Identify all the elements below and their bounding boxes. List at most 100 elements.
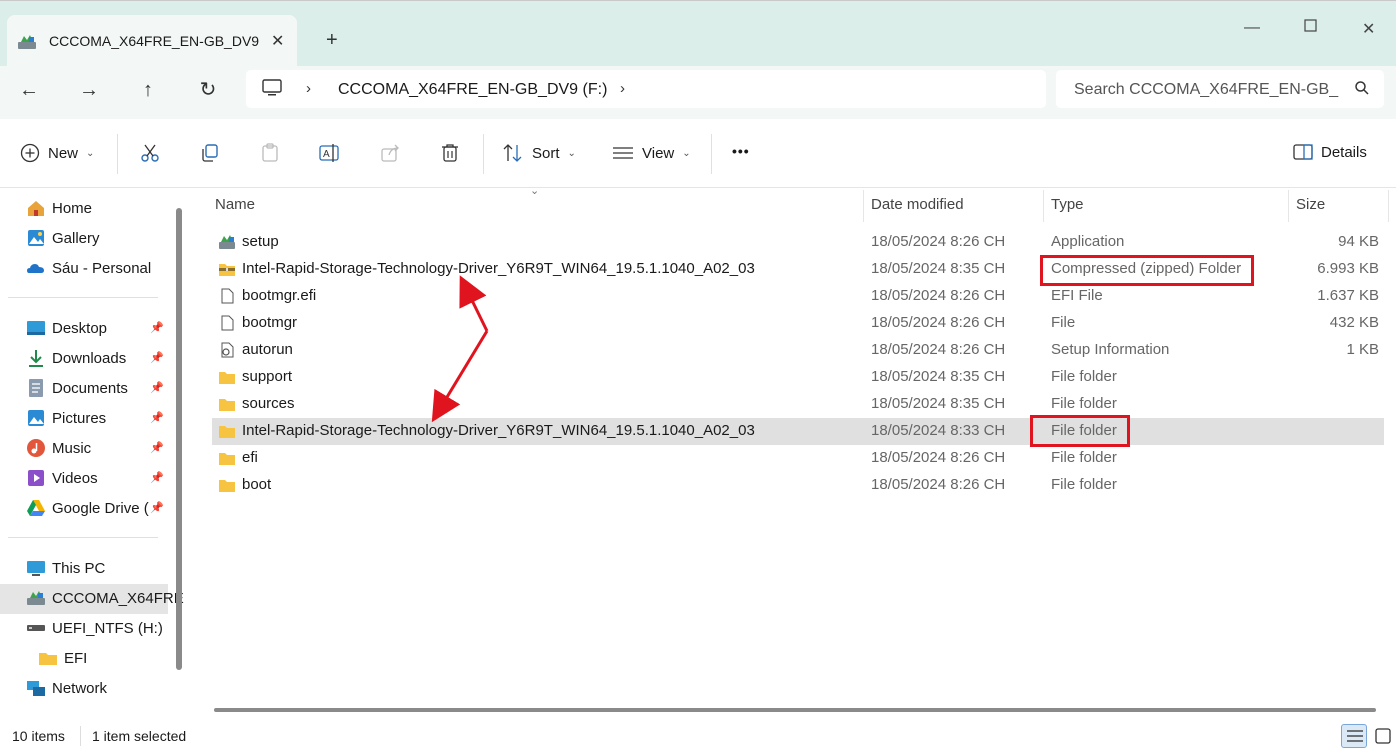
- file-type: EFI File: [1051, 287, 1103, 304]
- annotation-highlight-box: [1040, 255, 1254, 286]
- column-header-size[interactable]: Size: [1296, 196, 1325, 213]
- file-row[interactable]: support 18/05/2024 8:35 CH File folder: [212, 364, 1384, 391]
- sidebar-item-documents[interactable]: Documents: [26, 376, 128, 400]
- details-pane-icon: [1293, 144, 1313, 160]
- sidebar-item-label: Pictures: [52, 409, 107, 427]
- back-icon[interactable]: ←: [17, 78, 41, 102]
- pin-icon[interactable]: 📌: [150, 471, 164, 484]
- delete-button[interactable]: [440, 143, 460, 163]
- onedrive-icon: [27, 264, 44, 273]
- column-divider[interactable]: [1043, 190, 1044, 222]
- column-divider[interactable]: [1288, 190, 1289, 222]
- details-view-toggle[interactable]: [1341, 724, 1367, 748]
- google-drive-icon: [27, 500, 45, 516]
- divider: [483, 134, 484, 174]
- copy-icon: [202, 144, 218, 162]
- file-row[interactable]: sources 18/05/2024 8:35 CH File folder: [212, 391, 1384, 418]
- file-row[interactable]: setup 18/05/2024 8:26 CH Application 94 …: [212, 229, 1384, 256]
- download-icon: [29, 350, 43, 367]
- column-header-date[interactable]: Date modified: [871, 196, 964, 213]
- file-row[interactable]: bootmgr 18/05/2024 8:26 CH File 432 KB: [212, 310, 1384, 337]
- horizontal-scrollbar[interactable]: [214, 708, 1376, 712]
- file-name: sources: [242, 395, 295, 412]
- dvd-drive-icon: [27, 591, 45, 605]
- divider: [711, 134, 712, 174]
- share-button[interactable]: [380, 143, 400, 163]
- file-date: 18/05/2024 8:33 CH: [871, 422, 1006, 439]
- rename-button[interactable]: A: [319, 143, 341, 163]
- sort-label: Sort: [532, 144, 560, 162]
- item-count: 10 items: [12, 728, 65, 744]
- copy-button[interactable]: [200, 143, 220, 163]
- file-row-selected[interactable]: Intel-Rapid-Storage-Technology-Driver_Y6…: [212, 418, 1384, 445]
- sort-button[interactable]: Sort ⌄: [502, 143, 576, 163]
- file-name: support: [242, 368, 293, 385]
- file-type: File: [1051, 314, 1076, 331]
- sidebar-item-network[interactable]: Network: [26, 676, 107, 700]
- new-button[interactable]: New ⌄: [20, 143, 94, 163]
- file-date: 18/05/2024 8:26 CH: [871, 314, 1006, 331]
- details-pane-button[interactable]: Details: [1293, 143, 1367, 161]
- file-row[interactable]: efi 18/05/2024 8:26 CH File folder: [212, 445, 1384, 472]
- minimize-icon[interactable]: —: [1244, 19, 1260, 37]
- sidebar-item-efi[interactable]: EFI: [38, 646, 87, 670]
- pin-icon[interactable]: 📌: [150, 501, 164, 514]
- sidebar-item-videos[interactable]: Videos: [26, 466, 98, 490]
- folder-icon: [219, 372, 235, 384]
- search-input[interactable]: Search CCCOMA_X64FRE_EN-GB_: [1056, 70, 1384, 108]
- pin-icon[interactable]: 📌: [150, 381, 164, 394]
- file-row[interactable]: bootmgr.efi 18/05/2024 8:26 CH EFI File …: [212, 283, 1384, 310]
- sidebar-item-label: Documents: [52, 379, 128, 397]
- column-header-type[interactable]: Type: [1051, 196, 1084, 213]
- sort-icon: [503, 144, 522, 162]
- sidebar-scrollbar[interactable]: [176, 208, 182, 670]
- address-location[interactable]: CCCOMA_X64FRE_EN-GB_DV9 (F:): [338, 81, 607, 99]
- sidebar-item-usb-drive[interactable]: UEFI_NTFS (H:): [26, 616, 163, 640]
- close-tab-icon[interactable]: ✕: [271, 31, 284, 51]
- pin-icon[interactable]: 📌: [150, 411, 164, 424]
- address-bar[interactable]: › CCCOMA_X64FRE_EN-GB_DV9 (F:) ›: [246, 70, 1046, 108]
- new-tab-button[interactable]: +: [326, 29, 338, 52]
- chevron-down-icon: ⌄: [567, 147, 576, 159]
- divider: [80, 726, 81, 746]
- documents-icon: [29, 379, 43, 397]
- up-icon[interactable]: ↑: [136, 78, 160, 102]
- chevron-right-icon[interactable]: ›: [620, 80, 625, 97]
- file-size: 6.993 KB: [1317, 260, 1379, 277]
- column-header-name[interactable]: Name: [215, 196, 255, 213]
- sidebar-item-this-pc[interactable]: This PC: [26, 556, 105, 580]
- pin-icon[interactable]: 📌: [150, 441, 164, 454]
- cut-button[interactable]: [140, 143, 160, 163]
- divider: [8, 297, 158, 298]
- forward-icon[interactable]: →: [77, 78, 101, 102]
- file-type: File folder: [1051, 368, 1117, 385]
- usb-drive-icon: [27, 625, 45, 631]
- sidebar-item-downloads[interactable]: Downloads: [26, 346, 126, 370]
- file-name: bootmgr.efi: [242, 287, 317, 304]
- column-divider[interactable]: [863, 190, 864, 222]
- file-row[interactable]: autorun 18/05/2024 8:26 CH Setup Informa…: [212, 337, 1384, 364]
- paste-button[interactable]: [260, 143, 280, 163]
- tab-current[interactable]: CCCOMA_X64FRE_EN-GB_DV9 ✕: [7, 15, 297, 67]
- sidebar-item-google-drive[interactable]: Google Drive (: [26, 496, 149, 520]
- maximize-icon[interactable]: [1304, 19, 1317, 37]
- more-options-button[interactable]: •••: [732, 143, 750, 159]
- file-row[interactable]: boot 18/05/2024 8:26 CH File folder: [212, 472, 1384, 499]
- sidebar-item-dvd-drive[interactable]: CCCOMA_X64FRE: [26, 586, 184, 610]
- sidebar-item-pictures[interactable]: Pictures: [26, 406, 106, 430]
- file-size: 432 KB: [1329, 314, 1379, 331]
- sidebar-item-desktop[interactable]: Desktop: [26, 316, 107, 340]
- sidebar-item-gallery[interactable]: Gallery: [26, 226, 100, 250]
- sidebar-item-onedrive[interactable]: Sáu - Personal: [26, 256, 151, 280]
- pin-icon[interactable]: 📌: [150, 321, 164, 334]
- column-divider[interactable]: [1388, 190, 1389, 222]
- sidebar-item-music[interactable]: Music: [26, 436, 91, 460]
- view-button[interactable]: View ⌄: [612, 143, 691, 163]
- pin-icon[interactable]: 📌: [150, 351, 164, 364]
- refresh-icon[interactable]: ↻: [196, 78, 220, 102]
- sidebar-item-home[interactable]: Home: [26, 196, 92, 220]
- file-date: 18/05/2024 8:26 CH: [871, 449, 1006, 466]
- close-window-icon[interactable]: ✕: [1362, 19, 1375, 39]
- tiles-view-toggle[interactable]: [1373, 724, 1393, 748]
- sidebar-item-label: Google Drive (: [52, 499, 149, 517]
